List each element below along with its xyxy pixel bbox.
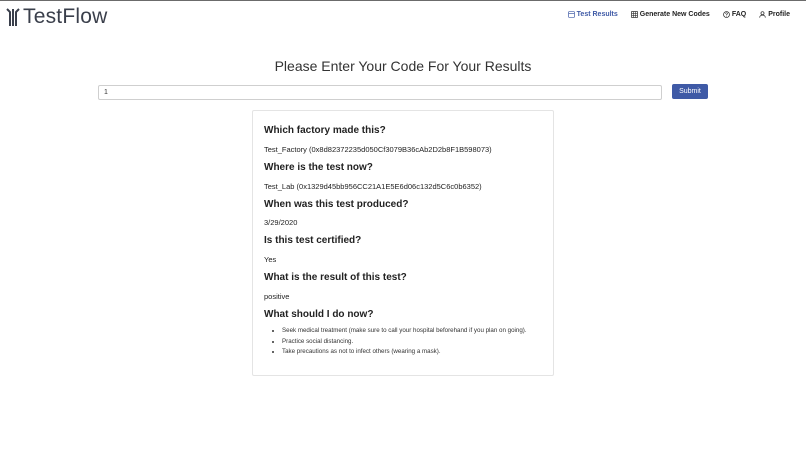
help-circle-icon (723, 11, 730, 18)
result-question: What is the result of this test? (264, 272, 407, 283)
results-icon (567, 11, 575, 18)
grid-icon (630, 11, 638, 18)
result-answer: positive (264, 292, 290, 301)
nav-test-results[interactable]: Test Results (567, 11, 618, 18)
code-input[interactable] (98, 85, 662, 100)
testflow-logo-icon (6, 8, 20, 26)
location-answer: Test_Lab (0x1329d45bb956CC21A1E5E6d06c13… (264, 182, 482, 191)
brand[interactable]: TestFlow (5, 5, 107, 29)
brand-name: TestFlow (23, 5, 108, 28)
produced-question: When was this test produced? (264, 199, 409, 210)
nav-test-results-label: Test Results (576, 11, 618, 18)
nav-generate-new-codes-label: Generate New Codes (639, 11, 710, 18)
results-card: Which factory made this? Test_Factory (0… (252, 110, 554, 376)
list-item: Practice social distancing. (282, 338, 527, 345)
submit-button[interactable]: Submit (672, 84, 708, 99)
user-icon (759, 11, 766, 18)
certified-answer: Yes (264, 255, 277, 264)
certified-question: Is this test certified? (264, 235, 362, 246)
nav-generate-new-codes[interactable]: Generate New Codes (630, 11, 710, 18)
advice-list: Seek medical treatment (make sure to cal… (272, 327, 527, 359)
page-title: Please Enter Your Code For Your Results (274, 58, 532, 74)
nav-faq[interactable]: FAQ (723, 11, 746, 18)
nav-profile-label: Profile (768, 11, 790, 18)
nav-faq-label: FAQ (731, 11, 747, 18)
location-question: Where is the test now? (264, 162, 373, 173)
navbar: TestFlow Test Results Generate New Codes (0, 1, 806, 33)
advice-question: What should I do now? (264, 309, 374, 320)
produced-answer: 3/29/2020 (264, 218, 298, 227)
factory-answer: Test_Factory (0x8d82372235d050Cf3079B36c… (264, 145, 492, 154)
list-item: Seek medical treatment (make sure to cal… (282, 327, 527, 334)
factory-question: Which factory made this? (264, 125, 386, 136)
main-nav: Test Results Generate New Codes FAQ Prof… (555, 11, 790, 18)
list-item: Take precautions as not to infect others… (282, 348, 527, 355)
nav-profile[interactable]: Profile (759, 11, 790, 18)
